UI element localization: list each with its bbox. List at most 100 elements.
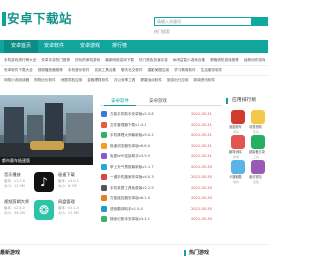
list-item[interactable]: 手机录屏工具免费版v2.2.9 2021-05-30 xyxy=(100,184,222,193)
link-rows: 手机游戏排行榜大全 安卓手游热门推荐 好玩的单机游戏 最新网络游戏下载 热门角色扮演手游… xyxy=(0,56,268,86)
link[interactable]: 购物比价软件 xyxy=(34,78,56,82)
search-input[interactable]: 请输入关键词 xyxy=(154,17,252,26)
list-item-date: 2021-05-31 xyxy=(191,112,212,116)
side-app-meta: 动作 xyxy=(233,180,240,184)
link[interactable]: 安卓软件下载大全 xyxy=(4,68,33,72)
list-item-title[interactable]: 万能手机助手安卓版v2.3.8 xyxy=(110,110,188,118)
list-item[interactable]: 一键手机搬家安卓版v4.0.3 2021-05-30 xyxy=(100,173,222,182)
banner-car xyxy=(30,141,64,150)
list-item-date: 2021-05-31 xyxy=(191,122,212,127)
link[interactable]: 好玩的单机游戏 xyxy=(75,58,100,62)
link[interactable]: 聊天社交软件 xyxy=(121,68,143,72)
banner-building xyxy=(4,107,24,147)
app-icon xyxy=(101,153,107,159)
app-icon xyxy=(101,184,107,191)
tile-name[interactable]: 视频剪辑大师 xyxy=(4,199,29,205)
list-item-title[interactable]: 极速浏览器安卓版v8.6.0 xyxy=(110,142,188,150)
tile-name[interactable]: 网盘管理 xyxy=(58,199,75,205)
link[interactable]: 生活服务软件 xyxy=(201,68,223,72)
list-item[interactable]: 免费WiFi连接助手v3.9.5 2021-05-31 xyxy=(100,152,222,161)
link[interactable]: 手机游戏排行榜大全 xyxy=(4,58,36,62)
banner-building xyxy=(66,113,93,147)
link[interactable]: 实用工具合集 xyxy=(94,68,116,72)
list-item[interactable]: 极速浏览器安卓版v8.6.0 2021-05-31 xyxy=(100,142,222,151)
list-item[interactable]: 掌上天气预报最新版v1.1.7 2021-05-30 xyxy=(100,163,222,172)
app-icon xyxy=(101,142,107,149)
list-item-title[interactable]: 一键手机搬家安卓版v4.0.3 xyxy=(110,173,188,181)
list-item[interactable]: 随身记账本安卓版v3.3.1 2021-05-30 xyxy=(100,215,222,224)
app-icon xyxy=(101,195,107,201)
search-button[interactable] xyxy=(252,17,268,26)
tab-games[interactable]: 安卓游戏 xyxy=(142,97,174,106)
section-title-hot: 热门游戏 xyxy=(189,250,210,256)
side-app-meta: 游戏 xyxy=(233,130,240,134)
link[interactable]: 视频播放器推荐 xyxy=(38,68,63,72)
link[interactable]: 休闲益智小游戏合集 xyxy=(173,58,205,62)
heading-accent xyxy=(226,98,228,104)
list-item-date: 2021-05-31 xyxy=(191,143,212,148)
link[interactable]: 新闻资讯软件 xyxy=(194,78,216,82)
link[interactable]: 地图导航应用 xyxy=(61,78,83,82)
app-icon xyxy=(101,205,107,212)
site-logo[interactable]: 安卓下载站 xyxy=(7,12,72,26)
divider xyxy=(0,244,268,245)
app-icon xyxy=(101,174,107,180)
list-item[interactable]: 万能手机助手安卓版v2.3.8 2021-05-31 xyxy=(100,110,222,119)
tile-name[interactable]: 极速下载 xyxy=(58,172,75,178)
side-app-icon[interactable] xyxy=(251,110,265,124)
list-item-title[interactable]: 免费WiFi连接助手v3.9.5 xyxy=(110,152,188,160)
swirl-app-icon[interactable]: ❂ xyxy=(34,200,54,220)
link[interactable]: 手机音乐软件 xyxy=(68,68,90,72)
link[interactable]: 健康运动软件 xyxy=(140,78,162,82)
list-item-date: 2021-05-30 xyxy=(191,175,212,179)
list-item[interactable]: 语音翻译助手v1.5.4 2021-05-30 xyxy=(100,205,222,214)
link[interactable]: 热门角色扮演手游 xyxy=(139,58,168,62)
list-item-title[interactable]: 手机清理大师最新版v5.0.2 xyxy=(110,131,188,139)
side-app-icon[interactable] xyxy=(251,135,265,149)
link[interactable]: 学习教育软件 xyxy=(174,68,196,72)
link[interactable]: 经典动作游戏 xyxy=(244,58,266,62)
side-app-icon[interactable] xyxy=(231,135,245,149)
link[interactable]: 金融理财软件 xyxy=(87,78,109,82)
link-row-1: 手机游戏排行榜大全 安卓手游热门推荐 好玩的单机游戏 最新网络游戏下载 热门角色扮演手游… xyxy=(4,56,268,65)
app-icon xyxy=(101,132,107,138)
swirl-glyph: ❂ xyxy=(38,203,50,217)
logo-icon xyxy=(2,12,6,26)
list-item-title[interactable]: 掌上天气预报最新版v1.1.7 xyxy=(110,163,188,171)
list-item-title[interactable]: 语音翻译助手v1.5.4 xyxy=(110,205,188,213)
list-item-date: 2021-05-30 xyxy=(191,206,212,211)
side-title: 应用排行榜 xyxy=(232,98,256,103)
link[interactable]: 摄影美图应用 xyxy=(148,68,170,72)
side-app-icon[interactable] xyxy=(251,160,265,174)
link[interactable]: 网络小说阅读器 xyxy=(4,78,29,82)
side-app-meta: 冒险 xyxy=(253,180,260,184)
list-item[interactable]: 文件管理器下载v1.4.1 2021-05-31 xyxy=(100,121,222,130)
nav-item-home[interactable]: 安卓首页 xyxy=(4,40,39,53)
nav-item-software[interactable]: 安卓软件 xyxy=(44,40,64,53)
tile-meta: 大小：36.2M xyxy=(4,211,25,215)
music-note-icon[interactable]: ♪ xyxy=(34,172,54,192)
featured-banner[interactable]: 都市赛车极速版 xyxy=(0,95,93,165)
list-item[interactable]: 手机清理大师最新版v5.0.2 2021-05-31 xyxy=(100,131,222,140)
nav-item-rank[interactable]: 排行榜 xyxy=(112,40,127,53)
link[interactable]: 策略塔防游戏推荐 xyxy=(210,58,239,62)
list-item-title[interactable]: 随身记账本安卓版v3.3.1 xyxy=(110,215,188,223)
tile-meta: 大小：8.7M xyxy=(58,184,77,188)
list-item-title[interactable]: 手机录屏工具免费版v2.2.9 xyxy=(110,184,188,192)
link[interactable]: 最新网络游戏下载 xyxy=(105,58,134,62)
link[interactable]: 旅游出行应用 xyxy=(167,78,189,82)
list-item[interactable]: 万能遥控器安卓版v6.1.0 2021-05-30 xyxy=(100,194,222,203)
tile-meta: 大小：12.5M xyxy=(4,184,25,188)
nav-item-games[interactable]: 安卓游戏 xyxy=(80,40,100,53)
side-app-icon[interactable] xyxy=(231,160,245,174)
list-item-title[interactable]: 文件管理器下载v1.4.1 xyxy=(110,121,188,129)
banner-caption[interactable]: 都市赛车极速版 xyxy=(0,157,93,165)
tab-software[interactable]: 安卓软件 xyxy=(104,97,136,106)
tile-name[interactable]: 音乐播放 xyxy=(4,172,21,178)
section-title-latest: 最新游戏 xyxy=(0,250,21,256)
side-app-icon[interactable] xyxy=(231,110,245,124)
list-item-title[interactable]: 万能遥控器安卓版v6.1.0 xyxy=(110,194,188,202)
search-hint[interactable]: 热门搜索 xyxy=(154,29,170,34)
link[interactable]: 安卓手游热门推荐 xyxy=(41,58,70,62)
link[interactable]: 办公效率工具 xyxy=(114,78,136,82)
